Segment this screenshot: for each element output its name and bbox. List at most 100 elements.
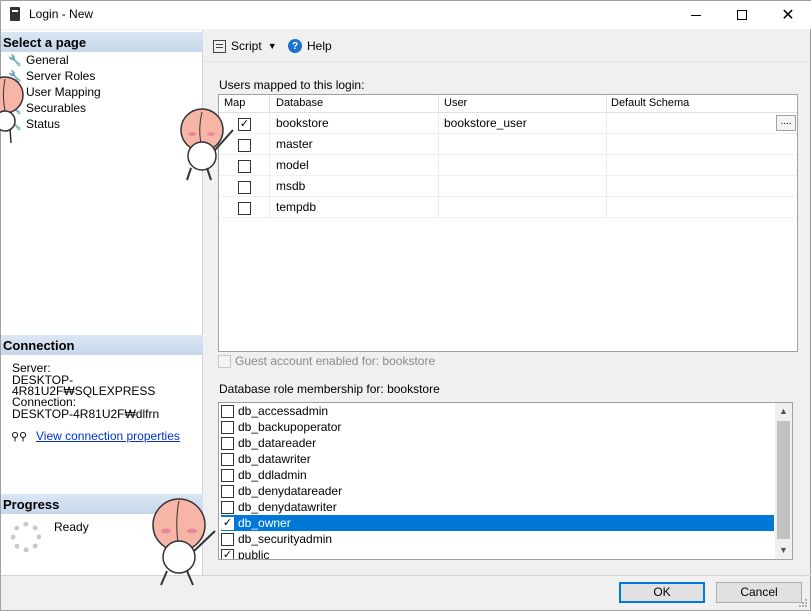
role-item[interactable]: db_datareader xyxy=(221,435,774,451)
col-database: Database xyxy=(276,97,324,109)
role-item[interactable]: db_ddladmin xyxy=(221,467,774,483)
role-item[interactable]: db_denydatareader xyxy=(221,483,774,499)
nav-item-status[interactable]: 🔧 Status xyxy=(8,116,60,132)
user-cell[interactable]: bookstore_user xyxy=(444,116,527,130)
guest-account-checkbox[interactable] xyxy=(218,355,231,368)
window-title: Login - New xyxy=(29,7,94,21)
role-membership-list: db_accessadmin db_backupoperator db_data… xyxy=(218,402,793,560)
role-name: db_accessadmin xyxy=(238,404,329,418)
script-label: Script xyxy=(231,39,262,53)
script-button[interactable]: Script ▼ xyxy=(213,39,277,53)
role-checkbox[interactable] xyxy=(221,404,234,418)
table-row: ✓ bookstore bookstore_user .... xyxy=(219,113,797,134)
role-item[interactable]: db_denydatawriter xyxy=(221,499,774,515)
guest-account-label: Guest account enabled for: bookstore xyxy=(235,354,436,368)
scroll-up-icon[interactable]: ▲ xyxy=(775,403,792,420)
help-button[interactable]: ? Help xyxy=(288,39,332,53)
app-icon xyxy=(10,7,20,21)
database-cell: master xyxy=(276,137,313,151)
col-default-schema: Default Schema xyxy=(611,97,690,109)
database-cell: msdb xyxy=(276,179,306,193)
nav-item-user-mapping[interactable]: 🔧 User Mapping xyxy=(8,84,101,100)
role-checkbox[interactable]: ✓ xyxy=(221,516,234,530)
dropdown-arrow-icon[interactable]: ▼ xyxy=(268,41,277,51)
script-icon xyxy=(213,39,226,53)
help-icon: ? xyxy=(288,39,302,53)
role-item[interactable]: db_securityadmin xyxy=(221,531,774,547)
nav-item-general[interactable]: 🔧 General xyxy=(8,52,69,68)
map-checkbox[interactable] xyxy=(238,160,251,173)
role-name: public xyxy=(238,548,270,560)
role-checkbox[interactable] xyxy=(221,452,234,466)
database-cell: model xyxy=(276,158,309,172)
connection-properties-icon: ⚲⚲ xyxy=(11,431,28,443)
maximize-icon xyxy=(737,10,747,20)
role-item[interactable]: db_backupoperator xyxy=(221,419,774,435)
role-item[interactable]: db_datawriter xyxy=(221,451,774,467)
nav-item-label: Securables xyxy=(26,101,87,115)
nav-item-label: Status xyxy=(26,117,61,131)
login-dialog: Login - New ✕ Select a page 🔧 General 🔧 … xyxy=(0,0,811,611)
select-page-header: Select a page xyxy=(1,32,203,52)
scroll-thumb[interactable] xyxy=(777,421,790,539)
connection-value: DESKTOP-4R81U2F₩dlfrn xyxy=(12,407,160,421)
footer-divider xyxy=(1,575,811,576)
role-checkbox[interactable] xyxy=(221,468,234,482)
table-row: tempdb xyxy=(219,197,797,218)
wrench-icon: 🔧 xyxy=(8,86,22,99)
browse-schema-button[interactable]: .... xyxy=(776,115,796,131)
nav-item-securables[interactable]: 🔧 Securables xyxy=(8,100,86,116)
wrench-icon: 🔧 xyxy=(8,102,22,115)
role-membership-title: Database role membership for: bookstore xyxy=(219,382,440,396)
title-bar: Login - New ✕ xyxy=(1,1,811,29)
role-item[interactable]: ✓ public xyxy=(221,547,774,560)
cancel-button[interactable]: Cancel xyxy=(716,582,802,603)
progress-spinner-icon xyxy=(11,522,41,552)
grid-header: Map Database User Default Schema xyxy=(219,95,797,113)
table-row: model xyxy=(219,155,797,176)
map-checkbox[interactable] xyxy=(238,181,251,194)
role-name: db_ddladmin xyxy=(238,468,307,482)
role-checkbox[interactable] xyxy=(221,484,234,498)
minimize-button[interactable] xyxy=(673,1,719,29)
role-name: db_datawriter xyxy=(238,452,311,466)
help-label: Help xyxy=(307,39,332,53)
close-icon: ✕ xyxy=(781,7,795,24)
role-checkbox[interactable] xyxy=(221,532,234,546)
role-item-selected[interactable]: ✓ db_owner xyxy=(221,515,774,531)
role-checkbox[interactable] xyxy=(221,500,234,514)
database-cell: tempdb xyxy=(276,200,317,214)
role-name: db_denydatareader xyxy=(238,484,343,498)
left-pane: Select a page 🔧 General 🔧 Server Roles 🔧… xyxy=(1,30,203,575)
progress-header: Progress xyxy=(1,494,203,514)
roles-scrollbar[interactable]: ▲ ▼ xyxy=(775,403,792,559)
nav-item-label: Server Roles xyxy=(26,69,96,83)
scroll-down-icon[interactable]: ▼ xyxy=(775,542,792,559)
map-checkbox[interactable] xyxy=(238,202,251,215)
view-connection-properties-link[interactable]: View connection properties xyxy=(36,429,180,443)
close-button[interactable]: ✕ xyxy=(765,1,811,29)
ok-button[interactable]: OK xyxy=(619,582,705,603)
server-value: DESKTOP-4R81U2F₩SQLEXPRESS xyxy=(12,373,156,398)
role-checkbox[interactable] xyxy=(221,436,234,450)
role-name: db_denydatawriter xyxy=(238,500,337,514)
role-name: db_owner xyxy=(238,516,291,530)
col-user: User xyxy=(444,97,468,109)
resize-grip-icon[interactable] xyxy=(798,598,808,608)
maximize-button[interactable] xyxy=(719,1,765,29)
role-name: db_securityadmin xyxy=(238,532,333,546)
wrench-icon: 🔧 xyxy=(8,118,22,131)
toolbar: Script ▼ ? Help xyxy=(204,30,810,62)
role-checkbox[interactable] xyxy=(221,420,234,434)
users-mapped-title: Users mapped to this login: xyxy=(219,78,365,92)
minimize-icon xyxy=(691,14,701,16)
table-row: master xyxy=(219,134,797,155)
map-checkbox[interactable] xyxy=(238,139,251,152)
map-checkbox[interactable]: ✓ xyxy=(238,118,251,131)
user-mapping-grid: Map Database User Default Schema ✓ books… xyxy=(218,94,798,352)
database-cell: bookstore xyxy=(276,116,329,130)
role-checkbox[interactable]: ✓ xyxy=(221,548,234,559)
nav-item-server-roles[interactable]: 🔧 Server Roles xyxy=(8,68,95,84)
progress-status: Ready xyxy=(54,520,89,534)
role-item[interactable]: db_accessadmin xyxy=(221,403,774,419)
